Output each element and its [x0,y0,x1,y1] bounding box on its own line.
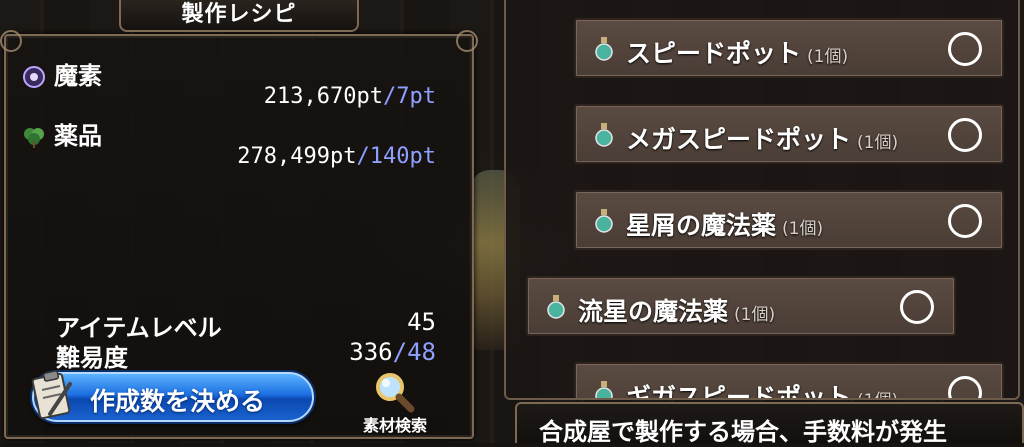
select-circle-icon[interactable] [948,204,982,238]
recipe-item[interactable]: 星屑の魔法薬 (1個) [574,190,1004,250]
recipe-item-title: 流星の魔法薬 [578,297,729,326]
recipe-item-title: スピードポット [626,39,802,68]
recipe-item-qty: (1個) [734,305,776,325]
recipe-list-panel: スピードポット (1個) メガスピードポット (1個) 星屑の魔法薬 (1個) 流星の… [504,0,1020,400]
difficulty-value: 336/48 [349,338,436,366]
select-circle-icon[interactable] [900,290,934,324]
recipe-item-title: 星屑の魔法薬 [626,211,777,240]
resource-amount: 278,499pt/140pt [237,144,436,169]
recipe-item-name: 流星の魔法薬 (1個) [578,292,775,328]
resource-required: 7pt [396,84,436,109]
select-circle-icon[interactable] [948,118,982,152]
clipboard-icon [31,370,72,420]
potion-icon [595,381,613,398]
recipe-item-qty: (1個) [782,219,824,239]
recipe-item-name: スピードポット (1個) [626,34,848,70]
resource-name: 魔素 [54,62,102,90]
item-level-value: 45 [407,308,436,336]
purple-orb-icon [23,66,45,88]
recipe-item-qty: (1個) [857,133,899,153]
create-count-label: 作成数を決める [90,387,266,416]
resource-row-maso: 魔素 [22,56,102,91]
resource-row-yakuhin: 薬品 [22,116,102,151]
recipe-item-title: メガスピードポット [626,125,852,154]
select-circle-icon[interactable] [948,376,982,398]
herb-icon [24,128,44,148]
recipe-item-name: ギガスピードポット (1個) [626,378,898,400]
recipe-item-qty: (1個) [857,391,898,398]
potion-icon [595,209,613,233]
potion-icon [595,123,613,147]
select-circle-icon[interactable] [948,32,982,66]
create-count-button[interactable]: 作成数を決める [31,370,314,422]
recipe-item-name: メガスピードポット (1個) [626,120,898,156]
difficulty-sep: / [392,338,408,366]
recipe-item-title: ギガスピードポット [626,383,852,400]
recipe-item[interactable]: ギガスピードポット (1個) [574,362,1004,400]
potion-icon [595,37,613,61]
magnifier-icon [376,373,415,413]
difficulty-max: 48 [407,338,436,366]
resource-owned: 278,499pt [237,144,357,169]
resource-sep: / [383,84,397,109]
frame-ornament [0,30,22,52]
resource-name: 薬品 [54,122,102,150]
potion-icon [547,295,565,319]
resource-amount: 213,670pt/7pt [264,84,436,109]
material-search-label: 素材検索 [362,416,427,435]
recipe-item-highlighted[interactable]: 流星の魔法薬 (1個) [526,276,956,336]
recipe-item-name: 星屑の魔法薬 (1個) [626,206,823,242]
resource-sep: / [356,144,370,169]
material-search-button[interactable]: 素材検索 [350,370,440,438]
panel-title: 製作レシピ [119,0,359,32]
resource-owned: 213,670pt [263,84,383,109]
recipe-item[interactable]: スピードポット (1個) [574,18,1004,78]
fee-notice-text: 合成屋で製作する場合、手数料が発生 [539,418,947,446]
fee-notice-bar: 合成屋で製作する場合、手数料が発生 [515,402,1024,446]
difficulty-current: 336 [349,338,393,366]
recipe-item[interactable]: メガスピードポット (1個) [574,104,1004,164]
frame-ornament [456,30,478,52]
resource-required: 140pt [369,144,436,169]
recipe-item-qty: (1個) [807,47,849,67]
